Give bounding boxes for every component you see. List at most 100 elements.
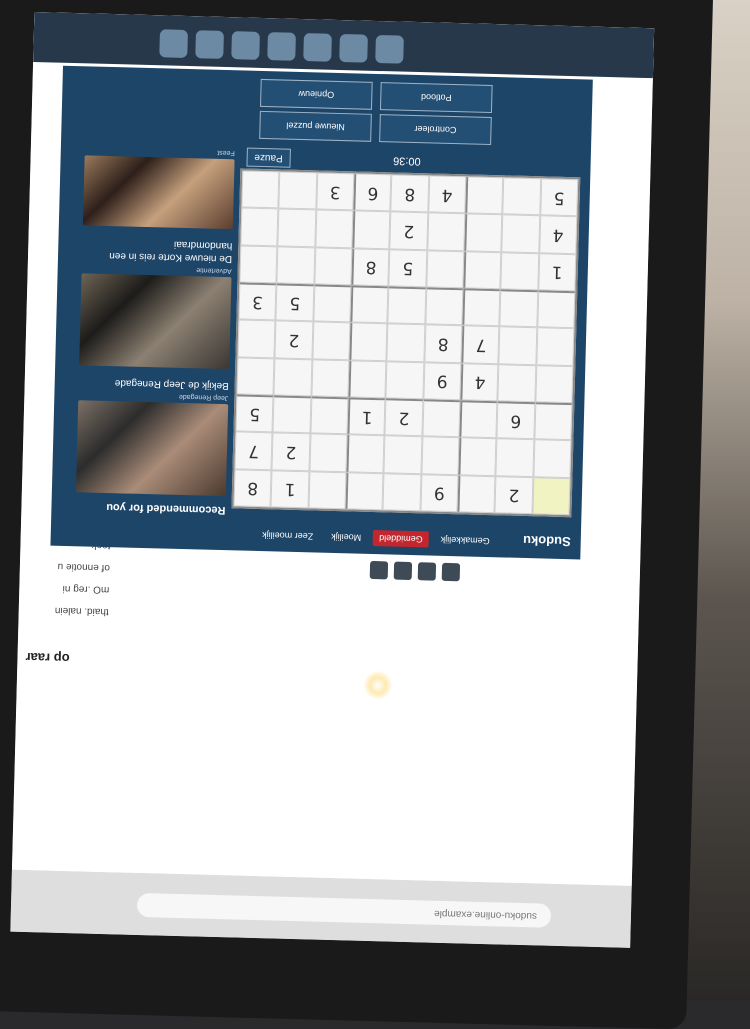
sudoku-cell[interactable]: [386, 323, 426, 362]
sudoku-cell[interactable]: [309, 433, 348, 472]
sudoku-cell[interactable]: [536, 290, 576, 329]
sudoku-cell[interactable]: [535, 364, 574, 404]
sudoku-cell[interactable]: [236, 357, 275, 396]
sudoku-cell[interactable]: 6: [353, 173, 392, 212]
sudoku-cell[interactable]: [426, 212, 466, 251]
sudoku-cell[interactable]: 2: [274, 320, 314, 360]
sudoku-cell[interactable]: [383, 435, 423, 474]
sudoku-cell[interactable]: [457, 474, 496, 514]
recommended-card[interactable]: Feest: [67, 145, 235, 230]
sudoku-cell[interactable]: 3: [316, 172, 355, 211]
share-icon[interactable]: [441, 562, 461, 582]
sudoku-cell[interactable]: [241, 170, 280, 209]
sudoku-cell[interactable]: [348, 360, 387, 399]
sudoku-cell[interactable]: [276, 246, 316, 285]
sudoku-cell[interactable]: [272, 395, 312, 434]
tab-easy[interactable]: Gemakkelijk: [435, 532, 496, 550]
restart-button[interactable]: Opnieuw: [260, 78, 373, 110]
sudoku-cell[interactable]: [464, 213, 503, 252]
sudoku-cell[interactable]: [382, 472, 422, 512]
sudoku-cell[interactable]: 3: [238, 282, 277, 321]
recommended-card[interactable]: Jeep Renegade Bekijk de Jeep Renegade: [60, 375, 229, 497]
recommended-card[interactable]: Advertentie De nieuwe Korte reis in een …: [63, 235, 233, 370]
sudoku-cell[interactable]: [278, 171, 317, 210]
new-puzzle-button[interactable]: Nieuwe puzzel: [259, 110, 372, 142]
address-bar[interactable]: sudoku-online.example: [136, 892, 552, 928]
sudoku-cell[interactable]: 9: [423, 361, 462, 401]
sudoku-cell[interactable]: [314, 247, 353, 286]
chrome-icon[interactable]: [231, 31, 260, 60]
sudoku-cell[interactable]: 5: [388, 249, 427, 288]
mail-icon[interactable]: [393, 561, 413, 581]
sudoku-cell[interactable]: 2: [389, 211, 428, 250]
sudoku-cell[interactable]: 9: [420, 473, 459, 513]
tab-very-hard[interactable]: Zeer moeilijk: [256, 527, 319, 545]
sudoku-cell[interactable]: [308, 470, 347, 510]
sudoku-cell[interactable]: [387, 286, 427, 325]
sudoku-cell[interactable]: [533, 439, 572, 478]
sudoku-cell[interactable]: 4: [427, 175, 467, 214]
sudoku-cell[interactable]: 4: [460, 362, 499, 402]
sudoku-cell[interactable]: 8: [233, 469, 272, 508]
sudoku-cell[interactable]: 8: [390, 174, 429, 213]
sudoku-cell[interactable]: [502, 177, 541, 216]
sudoku-cell[interactable]: [310, 396, 349, 435]
sudoku-cell[interactable]: [499, 289, 538, 328]
pause-button[interactable]: Pauze: [246, 147, 291, 168]
sudoku-cell[interactable]: [273, 358, 313, 397]
sudoku-cell[interactable]: 5: [275, 283, 315, 322]
sudoku-cell[interactable]: [312, 321, 351, 361]
sudoku-cell[interactable]: 4: [538, 215, 578, 254]
sudoku-cell[interactable]: 1: [537, 252, 577, 292]
sudoku-cell[interactable]: [534, 402, 573, 441]
sudoku-cell[interactable]: [352, 210, 391, 250]
sudoku-cell[interactable]: [462, 288, 501, 327]
link-icon[interactable]: [369, 560, 389, 580]
tab-hard[interactable]: Moeilijk: [325, 529, 367, 546]
sudoku-cell[interactable]: [277, 208, 317, 248]
sudoku-cell[interactable]: [237, 319, 276, 359]
sudoku-cell[interactable]: [311, 359, 350, 398]
sudoku-cell[interactable]: [426, 249, 465, 289]
sudoku-cell[interactable]: [315, 209, 354, 249]
sudoku-cell[interactable]: [536, 327, 575, 366]
sudoku-cell[interactable]: 5: [539, 178, 579, 217]
sudoku-cell[interactable]: [500, 251, 539, 291]
settings-icon[interactable]: [267, 32, 296, 61]
sudoku-cell[interactable]: [313, 284, 352, 323]
sudoku-cell[interactable]: 2: [494, 475, 534, 515]
sudoku-cell[interactable]: [463, 250, 502, 290]
sudoku-cell[interactable]: [422, 399, 461, 438]
sudoku-cell[interactable]: [458, 437, 497, 476]
sudoku-cell[interactable]: [345, 471, 384, 511]
sudoku-cell[interactable]: [501, 214, 540, 253]
sudoku-cell[interactable]: [495, 438, 535, 477]
sudoku-cell[interactable]: 2: [384, 398, 424, 437]
sudoku-cell[interactable]: [239, 245, 278, 284]
sudoku-cell[interactable]: 7: [234, 431, 273, 471]
finder-icon[interactable]: [375, 34, 404, 64]
pencil-button[interactable]: Potlood: [379, 82, 493, 113]
sudoku-cell[interactable]: 8: [351, 248, 390, 287]
sudoku-cell[interactable]: [350, 285, 389, 324]
sudoku-cell[interactable]: [346, 434, 385, 473]
sudoku-cell[interactable]: [532, 476, 571, 516]
sudoku-cell[interactable]: [421, 436, 460, 475]
sudoku-cell[interactable]: 8: [424, 324, 463, 363]
sudoku-cell[interactable]: [349, 322, 388, 361]
tab-medium[interactable]: Gemiddeld: [372, 530, 429, 548]
sudoku-cell[interactable]: [498, 326, 537, 365]
photos-icon[interactable]: [339, 33, 368, 63]
user-icon[interactable]: [159, 29, 188, 58]
sudoku-cell[interactable]: 7: [461, 325, 500, 364]
sudoku-cell[interactable]: [497, 363, 537, 403]
sudoku-cell[interactable]: [240, 207, 279, 247]
check-button[interactable]: Controleer: [379, 114, 492, 145]
sudoku-cell[interactable]: [425, 287, 464, 326]
sudoku-cell[interactable]: 6: [496, 401, 536, 440]
sudoku-cell[interactable]: 1: [270, 470, 310, 509]
sudoku-cell[interactable]: 2: [271, 432, 311, 471]
sudoku-cell[interactable]: 5: [235, 394, 274, 433]
sudoku-cell[interactable]: [385, 360, 425, 400]
print-icon[interactable]: [417, 562, 437, 581]
